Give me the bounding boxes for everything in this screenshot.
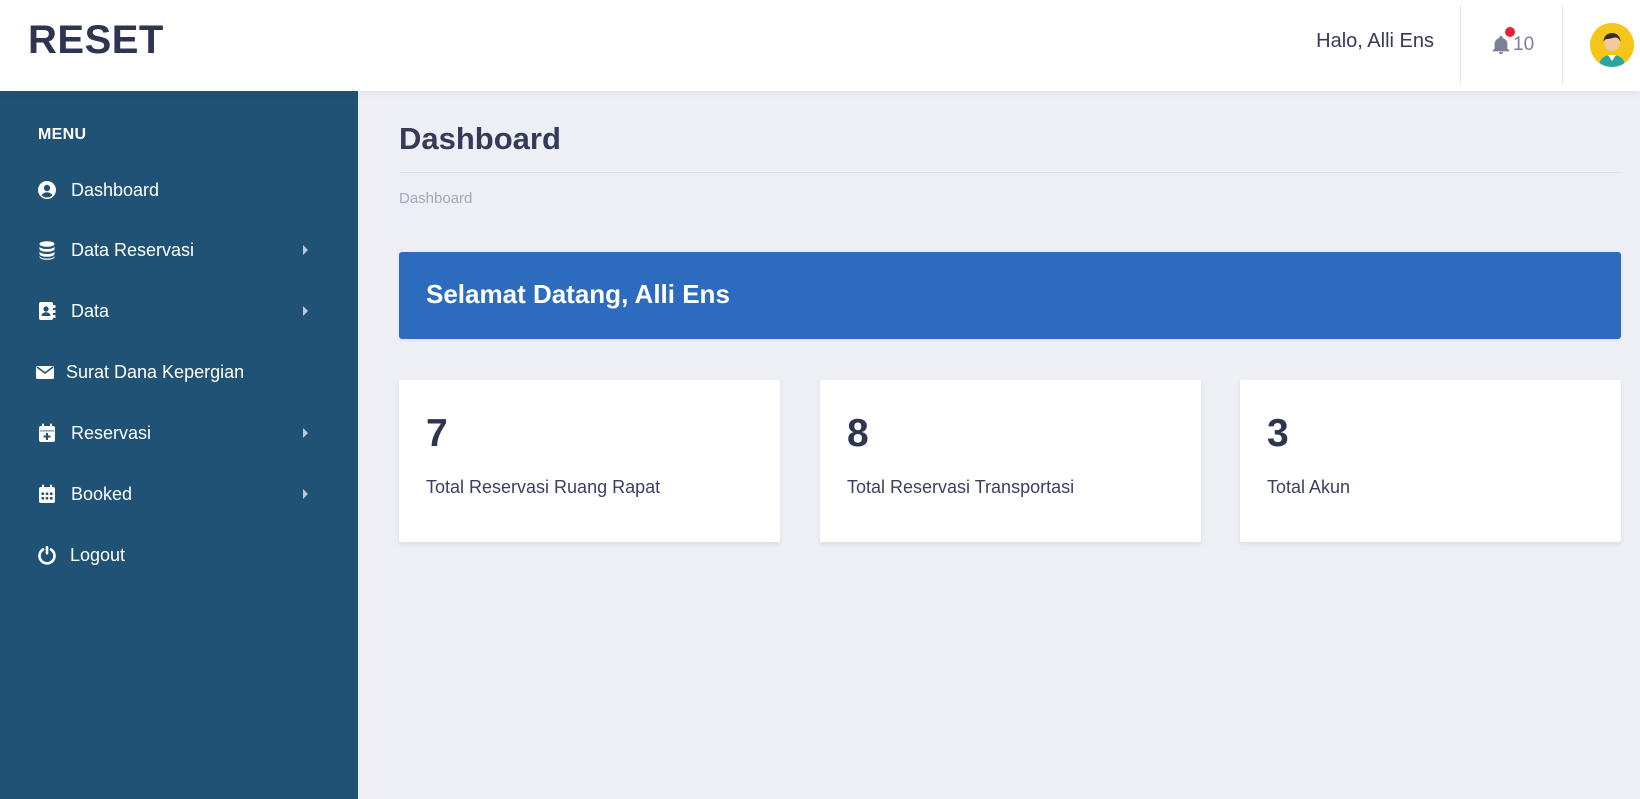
welcome-banner: Selamat Datang, Alli Ens [399,252,1621,339]
sidebar-item-label: Booked [71,483,133,504]
menu-heading: MENU [38,126,87,143]
notification-button[interactable]: 10 [1490,27,1546,60]
sidebar-item-reservasi[interactable]: Reservasi [0,408,358,458]
stat-value: 7 [426,412,448,455]
power-icon [37,545,57,565]
sidebar-item-label: Surat Dana Kepergian [66,361,245,382]
navbar-divider [1562,5,1563,84]
sidebar-item-data-reservasi[interactable]: Data Reservasi [0,225,358,275]
sidebar: MENU Dashboard Data Reservasi Data Surat… [0,91,358,799]
breadcrumb[interactable]: Dashboard [399,190,472,207]
caret-right-icon [303,245,308,255]
sidebar-item-label: Data Reservasi [71,239,195,260]
sidebar-item-label: Logout [70,544,126,565]
sidebar-item-label: Reservasi [71,422,152,443]
notification-count: 10 [1513,34,1535,55]
stat-value: 3 [1267,412,1289,455]
calendar-plus-icon [37,423,57,443]
envelope-icon [35,362,55,382]
page-title: Dashboard [399,121,561,156]
calendar-icon [37,484,57,504]
sidebar-item-data[interactable]: Data [0,286,358,336]
stat-value: 8 [847,412,869,455]
caret-right-icon [303,489,308,499]
sidebar-item-booked[interactable]: Booked [0,469,358,519]
user-avatar[interactable] [1590,23,1634,67]
notification-dot [1505,27,1515,37]
stat-card-transportasi: 8 Total Reservasi Transportasi [820,380,1201,542]
welcome-message: Selamat Datang, Alli Ens [426,279,730,309]
brand-logo[interactable]: RESET [28,18,164,63]
top-navbar: RESET Halo, Alli Ens 10 [0,0,1640,91]
stat-label: Total Reservasi Ruang Rapat [426,477,661,497]
sidebar-item-dashboard[interactable]: Dashboard [0,165,358,215]
avatar-person-icon [1590,23,1634,67]
database-icon [37,240,57,260]
sidebar-item-label: Dashboard [71,179,160,200]
stat-card-akun: 3 Total Akun [1240,380,1621,542]
sidebar-item-label: Data [71,300,110,321]
title-divider [399,172,1621,173]
sidebar-item-logout[interactable]: Logout [0,530,358,580]
caret-right-icon [303,306,308,316]
main-content: Dashboard Dashboard Selamat Datang, Alli… [358,91,1640,799]
caret-right-icon [303,428,308,438]
user-circle-icon [37,180,57,200]
user-greeting: Halo, Alli Ens [1316,30,1434,52]
stat-label: Total Akun [1267,477,1351,497]
navbar-divider [1460,5,1461,84]
stat-label: Total Reservasi Transportasi [847,477,1075,497]
stat-card-ruang-rapat: 7 Total Reservasi Ruang Rapat [399,380,780,542]
sidebar-item-surat-dana-kepergian[interactable]: Surat Dana Kepergian [0,347,358,397]
address-book-icon [37,301,57,321]
